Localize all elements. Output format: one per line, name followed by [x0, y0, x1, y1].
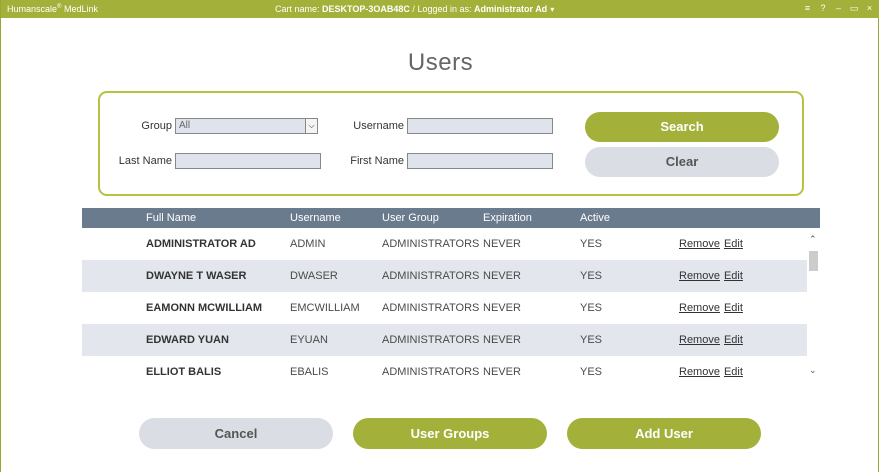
cell-active: YES — [580, 238, 603, 250]
edit-link[interactable]: Edit — [724, 270, 743, 282]
row-actions: Remove Edit — [679, 270, 747, 282]
brand-suffix: MedLink — [61, 4, 98, 14]
cell-user-group: ADMINISTRATORS — [382, 302, 480, 314]
first-name-input[interactable] — [407, 153, 553, 169]
minimize-icon[interactable]: – — [832, 3, 845, 13]
close-icon[interactable]: × — [863, 3, 876, 13]
cell-active: YES — [580, 270, 603, 282]
scroll-down-icon[interactable]: ⌄ — [809, 365, 817, 376]
table-row[interactable]: EAMONN MCWILLIAM EMCWILLIAM ADMINISTRATO… — [82, 292, 807, 324]
remove-link[interactable]: Remove — [679, 302, 720, 314]
row-actions: Remove Edit — [679, 302, 747, 314]
row-actions: Remove Edit — [679, 238, 747, 250]
cell-expiration: NEVER — [483, 366, 521, 378]
cell-username: DWASER — [290, 270, 338, 282]
column-header-expiration[interactable]: Expiration — [483, 212, 532, 224]
username-label: Username — [353, 120, 404, 132]
table-header: Full Name Username User Group Expiration… — [82, 208, 820, 228]
remove-link[interactable]: Remove — [679, 238, 720, 250]
cancel-button[interactable]: Cancel — [139, 418, 333, 449]
cell-user-group: ADMINISTRATORS — [382, 238, 480, 250]
edit-link[interactable]: Edit — [724, 334, 743, 346]
group-select-value: All — [179, 120, 191, 131]
cell-active: YES — [580, 334, 603, 346]
row-actions: Remove Edit — [679, 334, 747, 346]
edit-link[interactable]: Edit — [724, 238, 743, 250]
cell-username: EMCWILLIAM — [290, 302, 360, 314]
last-name-label: Last Name — [118, 155, 172, 167]
scrollbar-thumb[interactable] — [809, 251, 818, 271]
cell-active: YES — [580, 302, 603, 314]
table-row[interactable]: ADMINISTRATOR AD ADMIN ADMINISTRATORS NE… — [82, 228, 807, 260]
cell-active: YES — [580, 366, 603, 378]
cart-label: Cart name: — [275, 4, 320, 14]
logged-in-user: Administrator Ad — [474, 4, 548, 14]
cell-full-name: EAMONN MCWILLIAM — [146, 302, 263, 314]
brand-name: Humanscale — [7, 4, 58, 14]
window-controls: ≡ ? – ▭ × — [801, 3, 876, 14]
table-scrollbar[interactable]: ⌃ ⌄ — [808, 228, 820, 388]
menu-icon[interactable]: ≡ — [801, 3, 814, 13]
title-bar: Humanscale® MedLink Cart name: DESKTOP-3… — [1, 0, 879, 18]
cell-expiration: NEVER — [483, 302, 521, 314]
cell-username: EBALIS — [290, 366, 329, 378]
app-brand: Humanscale® MedLink — [7, 4, 98, 14]
clear-button[interactable]: Clear — [585, 147, 779, 177]
table-row[interactable]: DWAYNE T WASER DWASER ADMINISTRATORS NEV… — [82, 260, 807, 292]
remove-link[interactable]: Remove — [679, 334, 720, 346]
maximize-icon[interactable]: ▭ — [847, 3, 860, 14]
chevron-down-icon: ⌵ — [305, 119, 317, 133]
cell-full-name: DWAYNE T WASER — [146, 270, 247, 282]
cell-full-name: ADMINISTRATOR AD — [146, 238, 256, 250]
remove-link[interactable]: Remove — [679, 366, 720, 378]
table-row[interactable]: EDWARD YUAN EYUAN ADMINISTRATORS NEVER Y… — [82, 324, 807, 356]
table-row[interactable]: ELLIOT BALIS EBALIS ADMINISTRATORS NEVER… — [82, 356, 807, 388]
search-button[interactable]: Search — [585, 112, 779, 142]
group-select[interactable]: All ⌵ — [175, 118, 318, 134]
edit-link[interactable]: Edit — [724, 366, 743, 378]
app-window: Humanscale® MedLink Cart name: DESKTOP-3… — [0, 0, 879, 472]
user-groups-button[interactable]: User Groups — [353, 418, 547, 449]
cell-expiration: NEVER — [483, 334, 521, 346]
session-separator: / — [412, 4, 415, 14]
remove-link[interactable]: Remove — [679, 270, 720, 282]
cell-full-name: EDWARD YUAN — [146, 334, 229, 346]
add-user-button[interactable]: Add User — [567, 418, 761, 449]
username-input[interactable] — [407, 118, 553, 134]
session-info: Cart name: DESKTOP-3OAB48C / Logged in a… — [275, 4, 554, 14]
edit-link[interactable]: Edit — [724, 302, 743, 314]
last-name-input[interactable] — [175, 153, 321, 169]
column-header-user-group[interactable]: User Group — [382, 212, 439, 224]
column-header-active[interactable]: Active — [580, 212, 610, 224]
chevron-down-icon: ▾ — [550, 5, 555, 14]
first-name-label: First Name — [350, 155, 404, 167]
logged-in-label: Logged in as: — [417, 4, 472, 14]
user-menu[interactable]: Administrator Ad ▾ — [474, 4, 554, 14]
cell-expiration: NEVER — [483, 270, 521, 282]
help-icon[interactable]: ? — [816, 3, 829, 13]
column-header-full-name[interactable]: Full Name — [146, 212, 196, 224]
group-label: Group — [141, 120, 172, 132]
cell-user-group: ADMINISTRATORS — [382, 270, 480, 282]
cart-name: DESKTOP-3OAB48C — [322, 4, 410, 14]
users-table: ADMINISTRATOR AD ADMIN ADMINISTRATORS NE… — [82, 228, 820, 388]
cell-username: ADMIN — [290, 238, 326, 250]
cell-username: EYUAN — [290, 334, 328, 346]
cell-expiration: NEVER — [483, 238, 521, 250]
cell-user-group: ADMINISTRATORS — [382, 334, 480, 346]
cell-user-group: ADMINISTRATORS — [382, 366, 480, 378]
search-panel: Group All ⌵ Username Last Name First Nam… — [98, 91, 804, 196]
cell-full-name: ELLIOT BALIS — [146, 366, 222, 378]
row-actions: Remove Edit — [679, 366, 747, 378]
page-title: Users — [407, 49, 474, 76]
scroll-up-icon[interactable]: ⌃ — [809, 234, 817, 245]
column-header-username[interactable]: Username — [290, 212, 341, 224]
